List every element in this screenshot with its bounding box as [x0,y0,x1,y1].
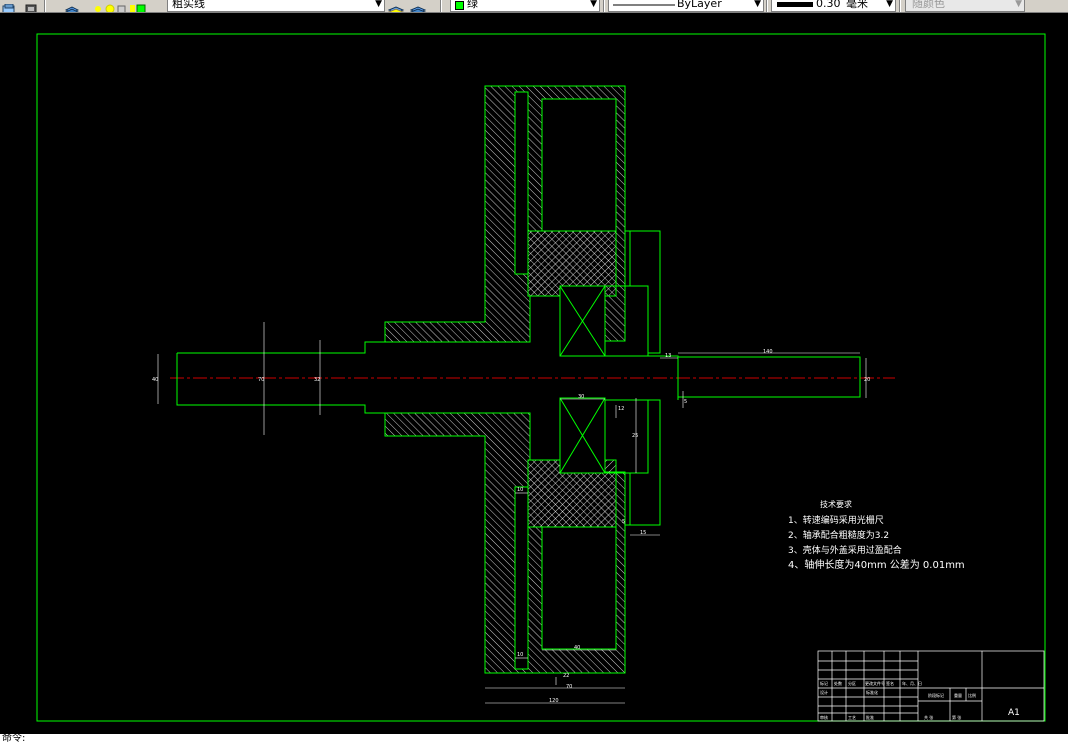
dim-label: 70 [258,377,264,383]
left-shaft [176,353,385,414]
toolbar-separator [44,0,46,12]
layer-manager-icon[interactable] [2,0,16,12]
dim-label: 30 [578,394,584,400]
tb-cell: 工艺 [848,715,856,720]
tb-cell: 比例 [968,692,976,698]
tb-cell: 标记 [820,680,828,686]
toolbar-separator [603,0,605,12]
tb-cell: 设计 [820,689,828,695]
layer-dropdown-value: 粗实线 [172,0,205,10]
make-current-layer-icon[interactable] [387,0,406,12]
color-control-value: 绿 [467,0,478,10]
tb-cell: 重量 [954,692,962,698]
layer-previous-icon[interactable] [24,0,38,12]
tb-cell: 更改文件号 [865,680,885,686]
layer-stack-icon[interactable] [64,0,80,12]
linetype-control-dropdown[interactable]: ByLayer ▼ [608,0,764,12]
tb-cell: 签名 [886,680,894,686]
dim-label: 10 [517,487,523,493]
chevron-down-icon[interactable]: ▼ [590,0,597,9]
tb-cell: 年、月、日 [902,680,922,686]
dim-label: 5 [684,399,687,405]
upper-winding-cavity [541,98,617,232]
dim-label: 25 [632,433,638,439]
lower-bearing [559,397,606,474]
toolbar-separator [440,0,442,12]
tb-cell: 阶段标记 [928,692,944,698]
tb-cell: 批准 [866,714,874,720]
chevron-down-icon[interactable]: ▼ [754,0,761,9]
tech-req-item: 1、转速编码采用光栅尺 [788,514,884,526]
sun-thaw-icon [105,4,115,12]
chevron-down-icon[interactable]: ▼ [375,0,382,9]
sheet-size-label: A1 [1008,708,1020,718]
plotstyle-control-value: 随颜色 [912,0,945,10]
motor-section-view [176,85,861,674]
lightbulb-on-icon [95,6,101,12]
lineweight-control-unit: 毫米 [846,0,868,10]
tb-cell: 分区 [848,680,856,686]
layer-previous-state-icon[interactable] [409,0,428,12]
tb-cell: 共 张 [924,714,933,720]
linetype-control-value: ByLayer [677,0,722,10]
dim-label: 22 [563,673,569,679]
command-line[interactable]: 命令: [0,734,1068,744]
chevron-down-icon: ▼ [1015,0,1022,9]
dim-label: 13 [665,353,671,359]
dim-label: 32 [314,377,320,383]
tech-req-item: 2、轴承配合粗糙度为3.2 [788,529,889,541]
lower-winding-cavity [541,526,617,650]
tb-cell: 审核 [820,714,828,720]
toolbar-separator [899,0,901,12]
dim-label: 40 [152,377,158,383]
color-control-dropdown[interactable]: 绿 ▼ [450,0,600,12]
upper-bearing [559,285,606,357]
lock-open-icon [117,5,126,12]
dim-label: 12 [618,406,624,412]
tb-cell: 第 张 [952,714,961,720]
dim-label: 120 [549,698,559,704]
technical-requirements: 技术要求 1、转速编码采用光栅尺 2、轴承配合粗糙度为3.2 3、壳体与外盖采用… [788,499,965,571]
dim-label: 5 [622,519,625,525]
dim-label: 10 [517,652,523,658]
right-shaft [648,355,861,398]
dim-label: 140 [763,349,773,355]
dim-label: 70 [566,684,572,690]
tech-req-title: 技术要求 [820,499,852,509]
layer-properties-toolbar: 粗实线 ▼ 绿 ▼ ByLayer ▼ 0.30 毫米 ▼ 随颜色 ▼ [0,0,1068,13]
dim-label: 20 [864,377,870,383]
layer-dropdown[interactable]: 粗实线 ▼ [167,0,385,12]
lineweight-control-value: 0.30 [816,0,841,10]
tb-cell: 标准化 [866,689,878,695]
tech-req-item: 4、轴伸长度为40mm 公差为 0.01mm [788,558,965,571]
chevron-down-icon[interactable]: ▼ [886,0,893,9]
dim-label: 15 [640,530,646,536]
lineweight-control-dropdown[interactable]: 0.30 毫米 ▼ [771,0,896,12]
title-block-text: 标记 处数 分区 更改文件号 签名 年、月、日 设计 标准化 阶段标记 重量 比… [820,680,1020,720]
tech-req-item: 3、壳体与外盖采用过盈配合 [788,544,902,556]
plotstyle-control-dropdown: 随颜色 ▼ [905,0,1025,12]
layer-state-icons [80,0,146,12]
command-prompt: 命令: [2,733,26,744]
toolbar-separator [766,0,768,12]
model-space-canvas[interactable]: 40 70 32 140 20 30 25 12 13 5 15 10 10 5… [0,13,1068,733]
tb-cell: 处数 [834,680,842,686]
layer-color-swatch [130,5,135,12]
dim-label: 40 [574,645,580,651]
